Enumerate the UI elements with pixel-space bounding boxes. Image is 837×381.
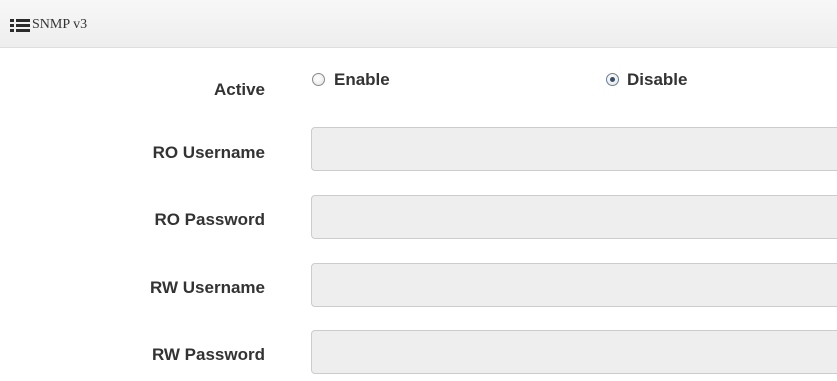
rw-username-label: RW Username bbox=[150, 278, 265, 297]
list-icon bbox=[10, 19, 30, 32]
rw-password-input[interactable] bbox=[311, 330, 837, 374]
radio-selected-dot bbox=[610, 77, 615, 82]
ro-username-input[interactable] bbox=[311, 127, 837, 171]
rw-username-input[interactable] bbox=[311, 263, 837, 307]
ro-password-input[interactable] bbox=[311, 195, 837, 239]
snmp-v3-panel: SNMP v3 Active Enable Disable RO Usernam… bbox=[0, 0, 837, 381]
active-label: Active bbox=[213, 80, 265, 99]
enable-radio-label[interactable]: Enable bbox=[334, 70, 390, 90]
disable-radio[interactable] bbox=[606, 73, 619, 86]
rw-password-label: RW Password bbox=[151, 345, 265, 364]
panel-header: SNMP v3 bbox=[0, 0, 837, 48]
disable-radio-label[interactable]: Disable bbox=[627, 70, 687, 90]
enable-radio[interactable] bbox=[312, 73, 325, 86]
ro-password-label: RO Password bbox=[154, 210, 265, 229]
ro-username-label: RO Username bbox=[152, 143, 265, 162]
panel-title: SNMP v3 bbox=[32, 17, 88, 32]
